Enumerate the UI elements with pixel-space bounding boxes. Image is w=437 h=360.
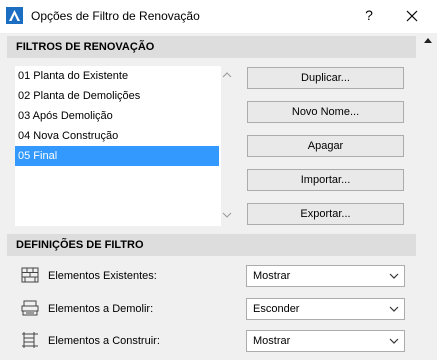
close-icon[interactable] [400, 4, 424, 28]
duplicate-button[interactable]: Duplicar... [247, 67, 404, 89]
window-title: Opções de Filtro de Renovação [31, 9, 200, 23]
filter-list[interactable]: 01 Planta do Existente 02 Planta de Demo… [15, 66, 221, 226]
import-button[interactable]: Importar... [247, 169, 404, 191]
archicad-logo-icon [6, 7, 23, 24]
demolish-icon [21, 300, 39, 316]
section-header-definitions[interactable]: DEFINIÇÕES DE FILTRO [7, 234, 416, 256]
demolish-elements-value: Esconder [253, 303, 300, 315]
title-bar: Opções de Filtro de Renovação ? [0, 0, 437, 33]
construct-elements-label: Elementos a Construir: [48, 335, 160, 347]
scroll-up-icon[interactable] [423, 36, 433, 44]
list-scroll-down-icon[interactable] [222, 211, 232, 219]
existing-elements-value: Mostrar [253, 270, 291, 282]
chevron-down-icon [389, 338, 399, 344]
construct-elements-value: Mostrar [253, 335, 291, 347]
section-header-filters[interactable]: FILTROS DE RENOVAÇÃO [7, 36, 416, 58]
list-item[interactable]: 02 Planta de Demolições [15, 86, 219, 106]
new-name-button[interactable]: Novo Nome... [247, 101, 404, 123]
construct-elements-select[interactable]: Mostrar [246, 330, 405, 352]
list-item[interactable]: 03 Após Demolição [15, 106, 219, 126]
help-button[interactable]: ? [360, 5, 378, 25]
existing-elements-label: Elementos Existentes: [48, 270, 157, 282]
demolish-elements-label: Elementos a Demolir: [48, 303, 154, 315]
demolish-elements-select[interactable]: Esconder [246, 298, 405, 320]
existing-elements-select[interactable]: Mostrar [246, 265, 405, 287]
list-scroll-up-icon[interactable] [222, 71, 232, 79]
new-construction-icon [22, 332, 38, 348]
list-item[interactable]: 04 Nova Construção [15, 126, 219, 146]
chevron-down-icon [389, 273, 399, 279]
list-item-selected[interactable]: 05 Final [15, 146, 219, 166]
chevron-down-icon [389, 306, 399, 312]
list-item[interactable]: 01 Planta do Existente [15, 66, 219, 86]
existing-wall-icon [21, 267, 39, 283]
delete-button[interactable]: Apagar [247, 135, 404, 157]
export-button[interactable]: Exportar... [247, 203, 404, 225]
